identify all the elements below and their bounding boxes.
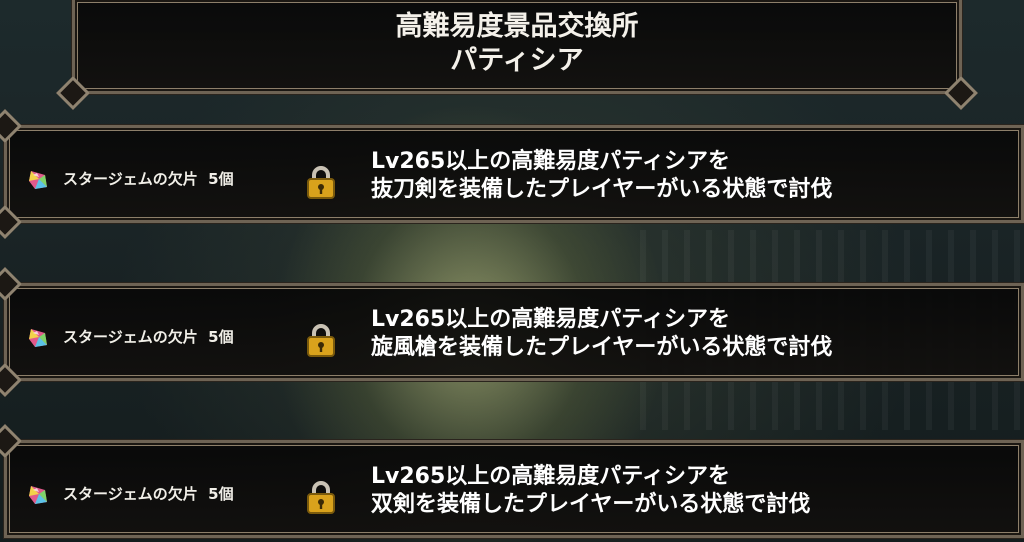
- lock-icon: [307, 481, 335, 514]
- page-header: 高難易度景品交換所 パティシア: [72, 0, 962, 94]
- reward-row[interactable]: スタージェムの欠片 5個 Lv265以上の高難易度パティシアを 双剣を装備したプ…: [4, 440, 1024, 538]
- reward-row[interactable]: スタージェムの欠片 5個 Lv265以上の高難易度パティシアを 抜刀剣を装備した…: [0, 125, 1024, 239]
- star-gem-icon: [29, 329, 47, 347]
- reward-quantity: 5個: [208, 485, 234, 503]
- reward-item: スタージェムの欠片 5個: [63, 168, 234, 189]
- reward-item-name: スタージェムの欠片: [63, 170, 198, 188]
- reward-item: スタージェムの欠片 5個: [63, 483, 234, 504]
- reward-row[interactable]: スタージェムの欠片 5個 Lv265以上の高難易度パティシアを 旋風槍を装備した…: [0, 283, 1024, 397]
- condition-line-2: 抜刀剣を装備したプレイヤーがいる状態で討伐: [371, 177, 833, 202]
- reward-condition: Lv265以上の高難易度パティシアを 旋風槍を装備したプレイヤーがいる状態で討伐: [371, 306, 832, 362]
- star-gem-icon: [29, 486, 47, 504]
- reward-item: スタージェムの欠片 5個: [63, 326, 234, 347]
- title-line-2: パティシア: [450, 45, 584, 76]
- condition-line-1: Lv265以上の高難易度パティシアを: [371, 149, 730, 174]
- title-line-1: 高難易度景品交換所: [395, 11, 639, 42]
- condition-line-2: 旋風槍を装備したプレイヤーがいる状態で討伐: [371, 335, 833, 360]
- reward-item-name: スタージェムの欠片: [63, 485, 198, 503]
- condition-line-1: Lv265以上の高難易度パティシアを: [371, 464, 730, 489]
- lock-icon: [307, 166, 335, 199]
- reward-condition: Lv265以上の高難易度パティシアを 双剣を装備したプレイヤーがいる状態で討伐: [371, 463, 810, 519]
- reward-quantity: 5個: [208, 328, 234, 346]
- frame-ornament: [0, 363, 22, 397]
- lock-icon: [307, 324, 335, 357]
- frame-ornament: [0, 205, 22, 239]
- star-gem-icon: [29, 171, 47, 189]
- reward-condition: Lv265以上の高難易度パティシアを 抜刀剣を装備したプレイヤーがいる状態で討伐: [371, 148, 832, 204]
- reward-item-name: スタージェムの欠片: [63, 328, 198, 346]
- condition-line-1: Lv265以上の高難易度パティシアを: [371, 307, 730, 332]
- reward-quantity: 5個: [208, 170, 234, 188]
- condition-line-2: 双剣を装備したプレイヤーがいる状態で討伐: [371, 492, 811, 517]
- page-title: 高難易度景品交換所 パティシア: [75, 10, 959, 78]
